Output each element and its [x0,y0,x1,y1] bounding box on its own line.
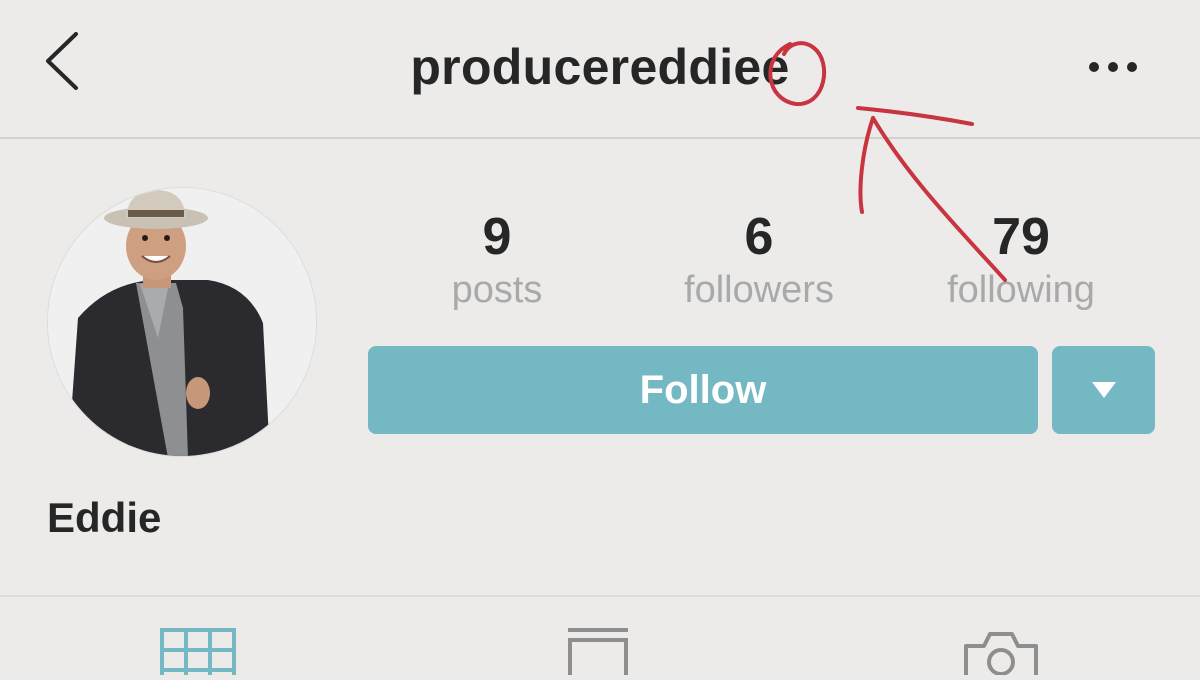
stat-posts-label: posts [451,269,543,311]
profile-avatar[interactable] [47,187,317,457]
more-options-button[interactable] [1086,60,1142,74]
stat-posts-value: 9 [482,208,512,266]
profile-username: produceredd​iee [410,39,790,95]
stat-followers[interactable]: 6 followers [629,208,889,314]
stat-following-value: 79 [992,208,1050,266]
list-icon [568,628,628,680]
caret-down-icon [1091,382,1116,398]
stat-posts[interactable]: 9 posts [367,208,627,314]
more-horizontal-icon [1089,62,1137,72]
tagged-camera-icon [964,632,1038,680]
stat-following[interactable]: 79 following [891,208,1151,314]
grid-icon [160,628,236,680]
stat-followers-value: 6 [744,208,774,266]
tab-list[interactable] [566,628,630,680]
tab-tagged[interactable] [962,628,1040,680]
profile-header: produceredd​iee [0,0,1200,137]
follow-button[interactable]: Follow [368,346,1038,434]
stat-following-label: following [947,269,1095,311]
header-divider [0,137,1200,139]
profile-display-name: Eddie [47,494,162,541]
avatar-photo [48,188,316,456]
suggestions-dropdown-button[interactable] [1052,346,1155,434]
tab-grid[interactable] [160,628,236,680]
tabs-divider [0,595,1200,597]
stat-followers-label: followers [684,269,834,311]
